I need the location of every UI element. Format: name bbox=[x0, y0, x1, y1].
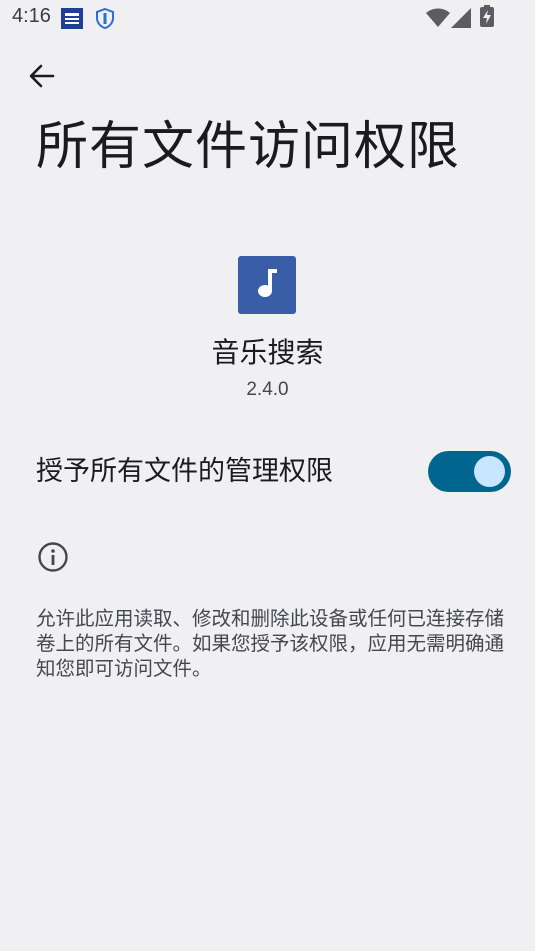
cellular-signal-icon bbox=[451, 8, 471, 32]
app-icon bbox=[238, 256, 296, 314]
wifi-icon bbox=[426, 8, 450, 31]
music-note-icon bbox=[255, 267, 279, 303]
permission-label: 授予所有文件的管理权限 bbox=[36, 456, 333, 487]
info-icon bbox=[37, 541, 69, 573]
permission-row[interactable]: 授予所有文件的管理权限 bbox=[0, 440, 535, 504]
notification-app-icon bbox=[61, 8, 83, 33]
status-time: 4:16 bbox=[12, 5, 51, 27]
arrow-left-icon bbox=[28, 62, 56, 94]
toggle-thumb bbox=[474, 456, 505, 487]
permission-toggle[interactable] bbox=[428, 451, 511, 492]
page-title: 所有文件访问权限 bbox=[36, 117, 461, 177]
app-version: 2.4.0 bbox=[246, 379, 289, 400]
back-button[interactable] bbox=[22, 58, 62, 98]
status-bar: 4:16 bbox=[0, 0, 535, 36]
shield-app-icon bbox=[95, 7, 115, 33]
app-name: 音乐搜索 bbox=[211, 336, 324, 369]
permission-description: 允许此应用读取、修改和删除此设备或任何已连接存储卷上的所有文件。如果您授予该权限… bbox=[36, 607, 505, 680]
battery-charging-icon bbox=[480, 5, 494, 31]
